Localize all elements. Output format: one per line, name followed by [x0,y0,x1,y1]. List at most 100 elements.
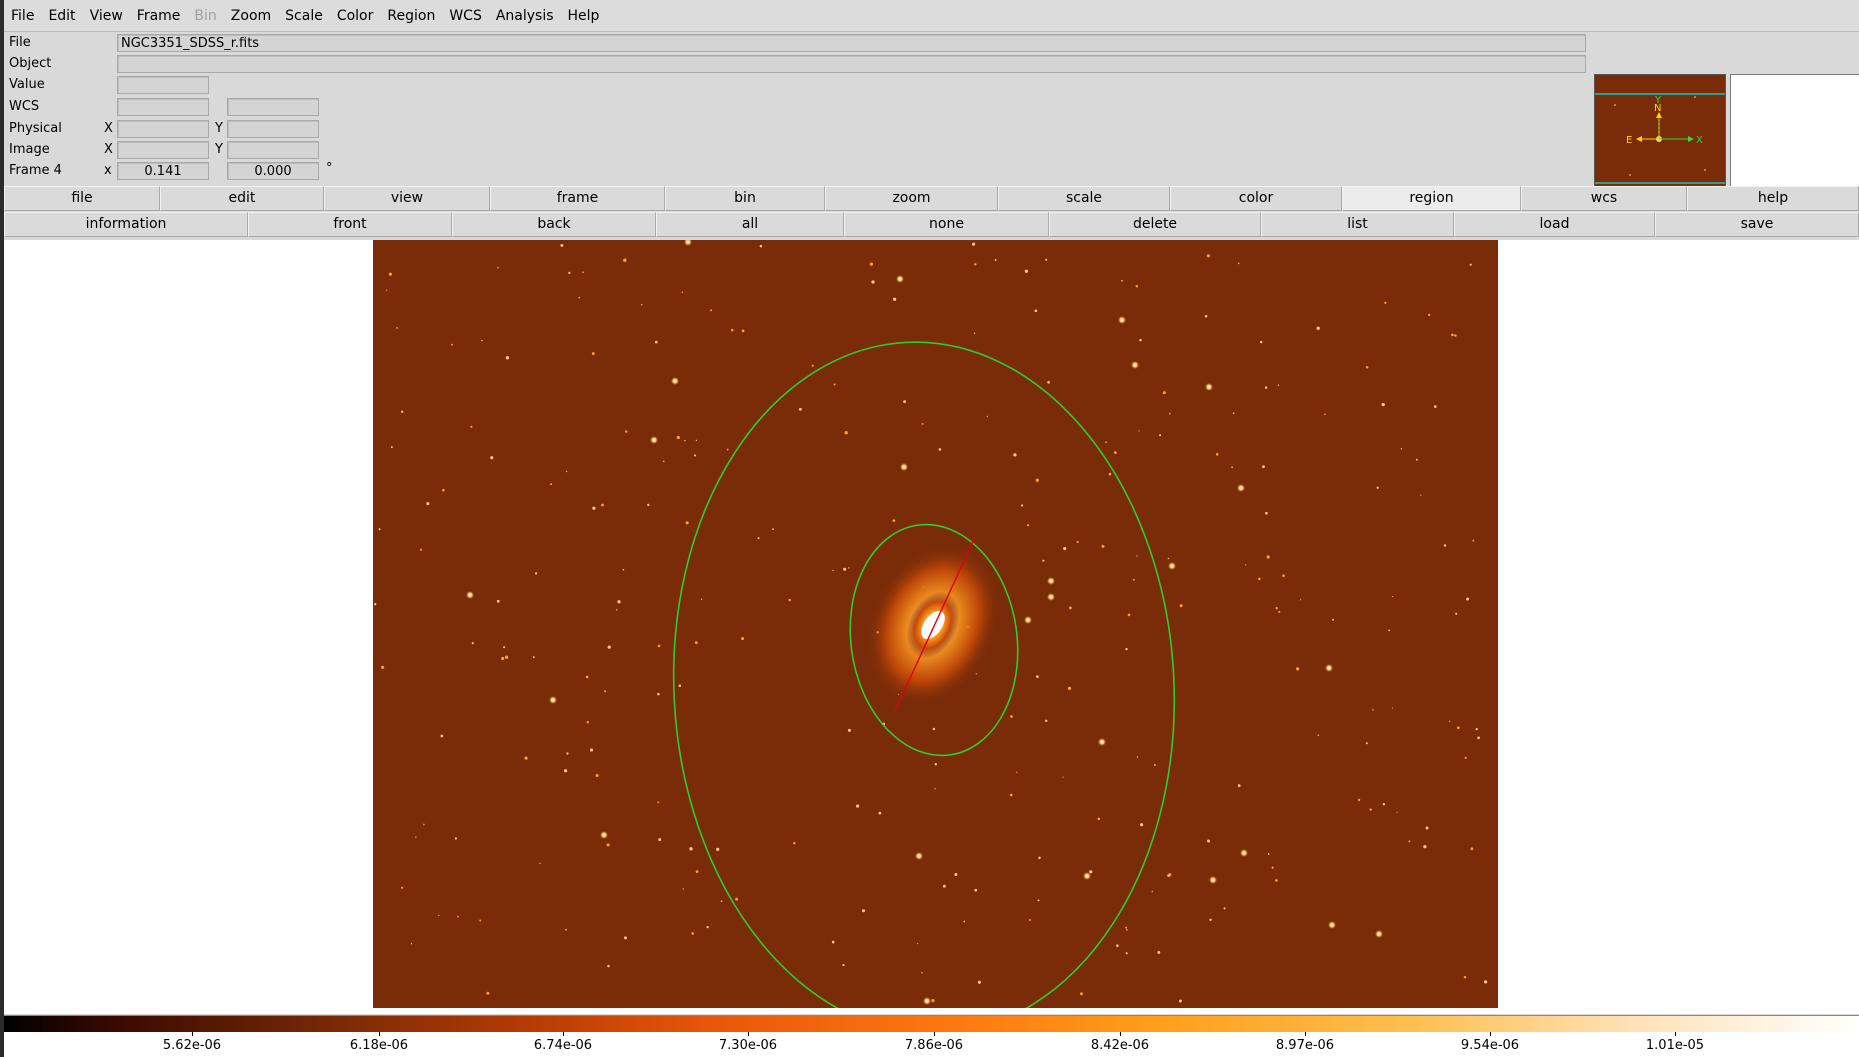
star [934,763,937,766]
star [1136,555,1138,557]
star [903,400,906,403]
btn-region[interactable]: region [1342,186,1521,211]
btn-file[interactable]: file [4,186,160,211]
buttonbar-main: file edit view frame bin zoom scale colo… [4,186,1859,211]
star [1365,742,1368,745]
colorbar-tick-mark [1120,1032,1121,1036]
star [1443,544,1447,547]
star [1209,918,1212,921]
btn-region-none[interactable]: none [844,212,1049,237]
bright-star [1327,920,1337,930]
star [811,364,814,367]
star [658,838,662,842]
star [1067,686,1072,691]
panner-view[interactable]: N Y E X [1595,75,1725,204]
bright-star [1082,871,1092,881]
star [532,656,535,659]
btn-wcs[interactable]: wcs [1521,186,1687,211]
menu-zoom[interactable]: Zoom [224,8,278,24]
star [700,598,703,600]
btn-region-all[interactable]: all [656,212,844,237]
star [641,304,643,306]
menu-wcs[interactable]: WCS [442,8,489,24]
value-label: Value [9,77,45,92]
fits-image[interactable] [373,240,1498,1008]
star [1237,784,1241,787]
star [490,456,494,460]
object-label: Object [9,56,52,71]
btn-region-list[interactable]: list [1261,212,1454,237]
bright-star [1046,576,1056,586]
star [1016,771,1018,773]
bright-star [599,830,609,840]
star [842,964,845,967]
menu-bin: Bin [194,7,217,24]
bright-star [1236,483,1246,493]
star [438,914,440,916]
star [844,431,848,435]
btn-region-front[interactable]: front [248,212,452,237]
bright-star [1023,615,1033,625]
btn-view[interactable]: view [324,186,490,211]
btn-region-delete[interactable]: delete [1049,212,1261,237]
btn-frame[interactable]: frame [490,186,665,211]
star [1021,504,1024,507]
btn-scale[interactable]: scale [998,186,1170,211]
star [1231,466,1233,468]
menu-color[interactable]: Color [330,8,381,24]
star [1206,254,1210,258]
wcs-value-1 [117,98,209,116]
star [799,407,802,411]
star [847,728,851,732]
star [1167,557,1170,560]
star [501,656,505,661]
star [1266,555,1270,559]
btn-edit[interactable]: edit [160,186,324,211]
btn-region-information[interactable]: information [4,212,248,237]
star [497,266,499,269]
menu-scale[interactable]: Scale [278,8,330,24]
star [1178,999,1182,1003]
menu-edit[interactable]: Edit [41,8,82,24]
btn-zoom[interactable]: zoom [825,186,998,211]
star [503,646,506,649]
menu-region[interactable]: Region [380,8,442,24]
star [869,262,874,266]
colorbar-tick-mark [379,1032,380,1036]
btn-region-save[interactable]: save [1655,212,1859,237]
menu-view[interactable]: View [83,8,130,24]
btn-bin[interactable]: bin [665,186,825,211]
star [1042,559,1045,562]
colorbar[interactable] [4,1015,1859,1033]
image-canvas[interactable] [4,240,1859,1014]
star [741,329,745,333]
menu-help[interactable]: Help [561,8,607,24]
star [843,567,847,571]
menu-file[interactable]: File [4,8,41,24]
star [706,925,709,929]
star [1454,334,1457,337]
colorbar-tick-mark [748,1032,749,1036]
star [1262,465,1265,469]
menu-frame[interactable]: Frame [130,8,188,24]
star [586,721,589,724]
star [1125,926,1127,929]
btn-color[interactable]: color [1170,186,1342,211]
star [565,928,567,931]
btn-help[interactable]: help [1687,186,1859,211]
star [1415,458,1418,461]
btn-region-back[interactable]: back [452,212,656,237]
star [1157,950,1161,954]
frame-zoom-value: 0.141 [117,162,209,180]
menu-analysis[interactable]: Analysis [489,8,561,24]
star [1316,326,1320,330]
star [657,801,660,804]
btn-region-load[interactable]: load [1454,212,1655,237]
star [856,804,860,808]
star [1425,826,1429,830]
colorbar-tick-label: 7.30e-06 [718,1038,778,1053]
bright-star [670,376,680,386]
axis-y-label: Y [1654,95,1662,106]
star [1434,405,1437,408]
star [1162,391,1166,395]
